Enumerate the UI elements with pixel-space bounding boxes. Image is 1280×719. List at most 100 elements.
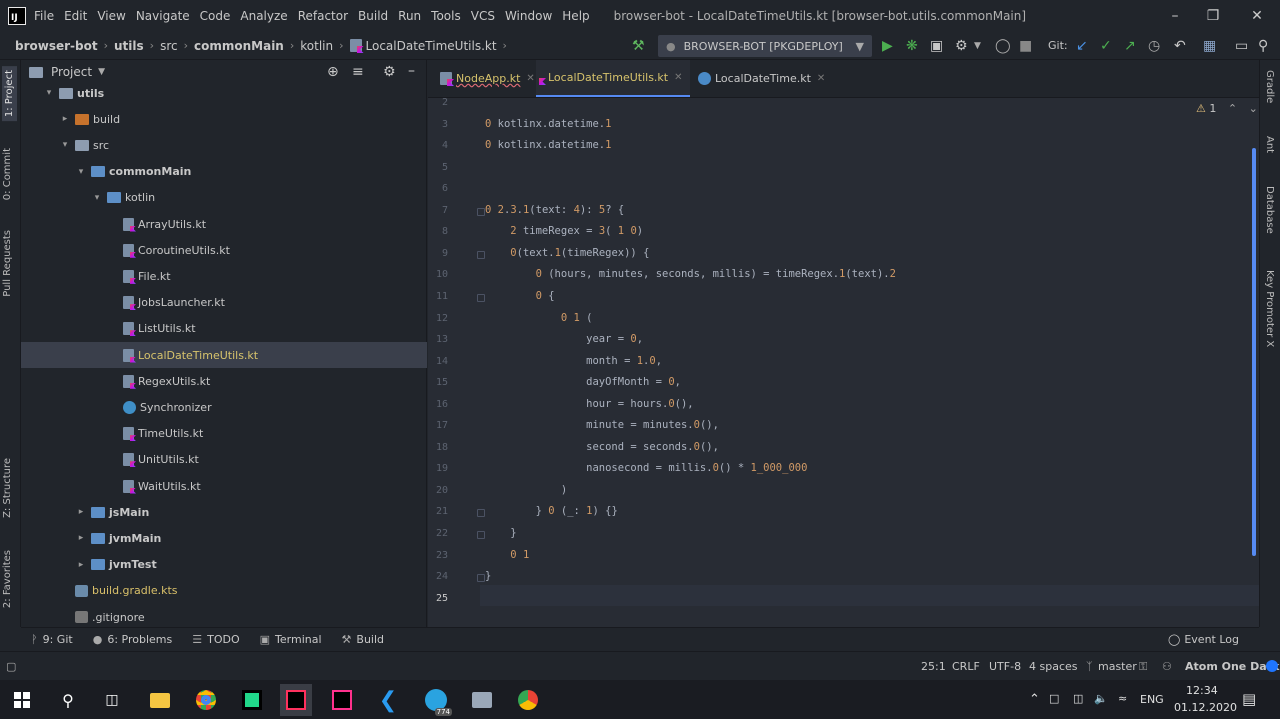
tab-commit[interactable]: 0: Commit — [2, 148, 13, 200]
telegram-icon[interactable]: 774 — [420, 684, 452, 716]
code-line[interactable]: 0(text.1(timeRegex)) { — [485, 247, 649, 259]
menu-build[interactable]: Build — [358, 9, 388, 23]
file-explorer-icon[interactable] — [144, 684, 176, 716]
search-icon[interactable]: ⚲ — [52, 684, 84, 716]
tray-chevron-up-icon[interactable]: ⌃ — [1029, 692, 1040, 707]
menu-help[interactable]: Help — [562, 9, 589, 23]
menu-file[interactable]: File — [34, 9, 54, 23]
search-everywhere-icon[interactable]: ⚲ — [1258, 37, 1268, 55]
hammer-build-icon[interactable]: ⚒ — [632, 37, 645, 55]
fold-marker-icon[interactable] — [477, 293, 485, 302]
chevron-down-icon[interactable]: ▾ — [43, 88, 55, 98]
tree-item-kotlin[interactable]: ▾ kotlin — [21, 185, 427, 211]
hide-panel-icon[interactable]: – — [408, 63, 415, 79]
tree-item-timeutils-kt[interactable]: TimeUtils.kt — [21, 421, 427, 447]
code-line[interactable]: nanosecond = millis.0() * 1_000_000 — [485, 462, 807, 474]
tree-item-coroutineutils-kt[interactable]: CoroutineUtils.kt — [21, 237, 427, 263]
project-view-selector[interactable]: Project — [51, 65, 92, 79]
tab-project[interactable]: 1: Project — [2, 66, 17, 122]
lock-icon[interactable]: ⚿ — [1139, 660, 1147, 674]
toggle-tool-windows-icon[interactable]: ▢ — [6, 660, 16, 673]
profile-icon[interactable]: ⚙ — [955, 37, 968, 55]
action-center-icon[interactable]: ▤ — [1242, 690, 1256, 708]
presentation-icon[interactable]: ▭ — [1235, 37, 1248, 55]
chevron-down-icon[interactable]: ▼ — [98, 67, 105, 77]
tab-ant[interactable]: Ant — [1264, 136, 1275, 153]
caret-position[interactable]: 25:1 — [921, 660, 946, 673]
breadcrumb-project[interactable]: browser-bot — [15, 39, 98, 53]
chevron-up-icon[interactable]: ⌃ — [1228, 102, 1237, 115]
code-line[interactable]: dayOfMonth = 0, — [485, 376, 681, 388]
tree-item-build-gradle-kts[interactable]: build.gradle.kts — [21, 578, 427, 604]
tab-localdatetime[interactable]: LocalDateTime.kt ✕ — [690, 60, 833, 97]
tree-item-jobslauncher-kt[interactable]: JobsLauncher.kt — [21, 290, 427, 316]
chrome-profile-icon[interactable] — [512, 684, 544, 716]
git-commit-icon[interactable]: ✓ — [1100, 37, 1112, 55]
close-tab-icon[interactable]: ✕ — [674, 72, 682, 83]
tab-structure[interactable]: Z: Structure — [2, 458, 13, 518]
maximize-icon[interactable]: ❐ — [1190, 0, 1236, 32]
menu-view[interactable]: View — [97, 9, 125, 23]
menu-tools[interactable]: Tools — [431, 9, 461, 23]
tree-item-localdatetimeutils-kt[interactable]: LocalDateTimeUtils.kt — [21, 342, 427, 368]
event-log-button[interactable]: ◯ Event Log — [1168, 633, 1239, 646]
breadcrumb-kotlin[interactable]: kotlin — [300, 39, 333, 53]
tab-database[interactable]: Database — [1264, 186, 1275, 234]
vscode-icon[interactable]: ❮ — [372, 684, 404, 716]
tree-item-commonmain[interactable]: ▾ commonMain — [21, 159, 427, 185]
chevron-down-icon[interactable]: ▼ — [974, 37, 981, 55]
debug-icon[interactable]: ❋ — [906, 37, 918, 55]
indent-setting[interactable]: 4 spaces — [1029, 660, 1078, 673]
chevron-down-icon[interactable]: ▾ — [59, 140, 71, 150]
git-update-icon[interactable]: ↙ — [1076, 37, 1088, 55]
code-line[interactable]: } — [485, 527, 516, 539]
menu-code[interactable]: Code — [200, 9, 231, 23]
chevron-right-icon[interactable]: ▸ — [75, 507, 87, 517]
code-line[interactable]: 0 2.3.1(text: 4): 5? { — [485, 204, 624, 216]
chevron-down-icon[interactable]: ⌄ — [1249, 102, 1258, 115]
intellij-logo-icon[interactable]: IJ — [8, 7, 26, 25]
tab-key-promoter[interactable]: Key Promoter X — [1264, 270, 1275, 347]
history-icon[interactable]: ◷ — [1148, 37, 1160, 55]
tool-terminal[interactable]: ▣ Terminal — [260, 633, 322, 646]
task-view-icon[interactable]: ◫ — [96, 684, 128, 716]
clock-date[interactable]: 01.12.2020 — [1174, 701, 1237, 714]
tree-item-jvmtest[interactable]: ▸ jvmTest — [21, 552, 427, 578]
notifications-icon[interactable] — [1266, 660, 1278, 672]
tree-item-build[interactable]: ▸ build — [21, 106, 427, 132]
fold-marker-icon[interactable] — [477, 531, 485, 539]
fold-marker-icon[interactable] — [477, 250, 485, 259]
wifi-icon[interactable]: ≈ — [1118, 692, 1127, 705]
code-line[interactable]: 0 kotlinx.datetime.1 — [485, 118, 611, 130]
tree-item-arrayutils-kt[interactable]: ArrayUtils.kt — [21, 211, 427, 237]
tool-git[interactable]: ᚹ 9: Git — [31, 633, 73, 646]
settings-gear-icon[interactable]: ⚙ — [383, 64, 396, 80]
menu-refactor[interactable]: Refactor — [298, 9, 348, 23]
fold-marker-icon[interactable] — [477, 574, 485, 583]
tree-item-jvmmain[interactable]: ▸ jvmMain — [21, 525, 427, 551]
stop-icon[interactable]: ■ — [1019, 37, 1032, 55]
coverage-icon[interactable]: ▣ — [930, 37, 943, 55]
rollback-icon[interactable]: ↶ — [1174, 37, 1186, 55]
fold-marker-icon[interactable] — [477, 207, 485, 216]
menu-vcs[interactable]: VCS — [471, 9, 495, 23]
menu-analyze[interactable]: Analyze — [240, 9, 287, 23]
menu-window[interactable]: Window — [505, 9, 552, 23]
intellij-taskbar-icon[interactable] — [280, 684, 312, 716]
tab-nodeapp[interactable]: NodeApp.kt ✕ — [432, 60, 543, 97]
git-branch[interactable]: master — [1098, 660, 1137, 673]
tree-item-file-kt[interactable]: File.kt — [21, 263, 427, 289]
inspection-widget[interactable]: ⚠ 1 ⌃ ⌄ — [1196, 102, 1258, 115]
code-line[interactable]: } — [485, 570, 491, 582]
menu-navigate[interactable]: Navigate — [136, 9, 190, 23]
breadcrumb-commonmain[interactable]: commonMain — [194, 39, 284, 53]
chevron-right-icon[interactable]: ▸ — [75, 560, 87, 570]
code-line[interactable]: } 0 (_: 1) {} — [485, 505, 618, 517]
breadcrumb-utils[interactable]: utils — [114, 39, 144, 53]
clock-time[interactable]: 12:34 — [1186, 684, 1218, 697]
tool-build[interactable]: ⚒ Build — [342, 633, 385, 646]
tool-todo[interactable]: ☰ TODO — [192, 633, 239, 646]
code-line[interactable]: ) — [485, 484, 567, 496]
tab-favorites[interactable]: 2: Favorites — [2, 550, 13, 608]
inspector-icon[interactable]: ⚇ — [1162, 660, 1172, 673]
